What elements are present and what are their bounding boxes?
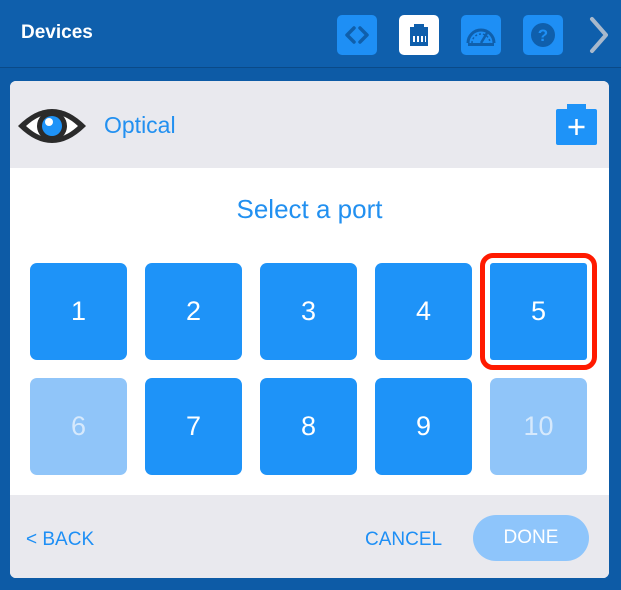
page-title: Devices bbox=[21, 22, 93, 43]
top-bar: Devices ? bbox=[0, 0, 621, 68]
svg-text:?: ? bbox=[538, 26, 548, 45]
eye-icon bbox=[18, 109, 86, 143]
port-9-button[interactable]: 9 bbox=[375, 378, 472, 475]
add-device-button[interactable] bbox=[556, 104, 597, 145]
port-3-button[interactable]: 3 bbox=[260, 263, 357, 360]
ports-view-button[interactable] bbox=[399, 15, 439, 55]
device-header: Optical bbox=[10, 81, 609, 168]
next-button[interactable] bbox=[584, 14, 614, 56]
port-selection-panel: Optical Select a port 1 2 3 4 5 6 7 8 9 10 < BACK… bbox=[10, 81, 609, 578]
select-port-prompt: Select a port bbox=[236, 194, 383, 224]
ethernet-port-icon bbox=[410, 24, 428, 46]
device-name: Optical bbox=[104, 112, 176, 138]
help-button[interactable]: ? bbox=[523, 15, 563, 55]
back-button[interactable]: < BACK bbox=[26, 529, 94, 551]
code-icon bbox=[345, 26, 369, 44]
chevron-right-icon bbox=[590, 17, 608, 53]
port-1-button[interactable]: 1 bbox=[30, 263, 127, 360]
dashboard-view-button[interactable] bbox=[461, 15, 501, 55]
port-7-button[interactable]: 7 bbox=[145, 378, 242, 475]
port-10-button: 10 bbox=[490, 378, 587, 475]
port-8-button[interactable]: 8 bbox=[260, 378, 357, 475]
port-4-button[interactable]: 4 bbox=[375, 263, 472, 360]
footer-bar: < BACK CANCEL DONE bbox=[10, 495, 609, 578]
done-button[interactable]: DONE bbox=[473, 515, 589, 561]
code-view-button[interactable] bbox=[337, 15, 377, 55]
cancel-button[interactable]: CANCEL bbox=[365, 529, 442, 551]
help-icon: ? bbox=[531, 23, 555, 47]
port-2-button[interactable]: 2 bbox=[145, 263, 242, 360]
port-5-button[interactable]: 5 bbox=[480, 253, 597, 370]
port-6-button: 6 bbox=[30, 378, 127, 475]
gauge-icon bbox=[466, 28, 496, 46]
